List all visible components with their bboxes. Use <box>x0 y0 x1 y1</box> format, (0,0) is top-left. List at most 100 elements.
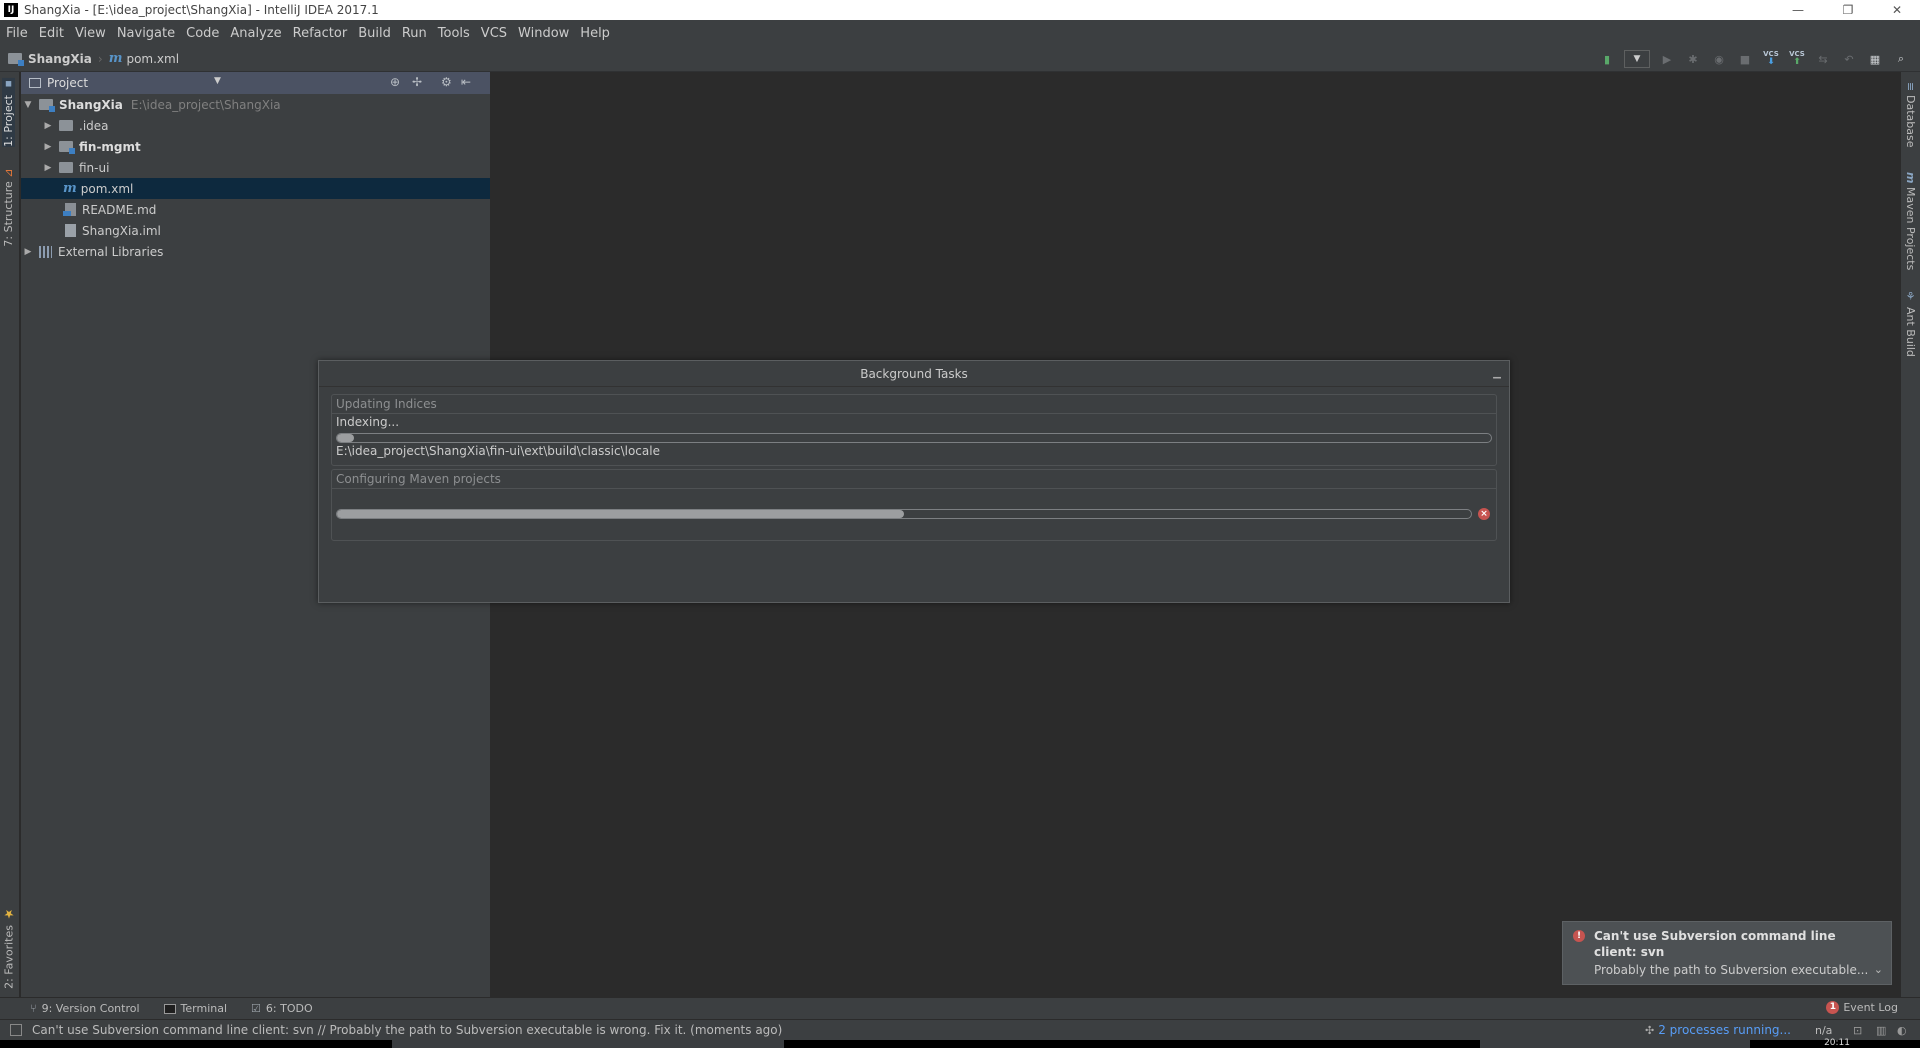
breadcrumb-file[interactable]: m pom.xml <box>109 51 179 66</box>
tree-item-label: pom.xml <box>80 181 134 196</box>
chevron-down-icon[interactable]: ▼ <box>214 76 221 86</box>
menu-vcs[interactable]: VCS <box>481 26 507 41</box>
processes-spinner-icon: ✣ <box>1645 1023 1655 1037</box>
tree-item-shangxia[interactable]: ▼ ShangXia E:\idea_project\ShangXia <box>21 94 490 115</box>
menu-code[interactable]: Code <box>186 26 219 41</box>
vcs-commit-icon[interactable]: VCS ⬆ <box>1788 50 1806 68</box>
project-structure-icon[interactable]: ▦ <box>1866 50 1884 68</box>
breadcrumb-separator: › <box>97 51 103 66</box>
collapsed-arrow-icon[interactable]: ▶ <box>21 247 35 257</box>
markdown-file-icon <box>63 203 76 216</box>
vcs-revert-icon[interactable]: ↶ <box>1840 50 1858 68</box>
run-configuration-dropdown[interactable]: ▼ <box>1624 50 1650 68</box>
menu-build[interactable]: Build <box>358 26 391 41</box>
tab-structure-label: 7: Structure <box>2 181 15 247</box>
stop-icon[interactable]: ■ <box>1736 50 1754 68</box>
tree-item-fin-ui[interactable]: ▶ fin-ui <box>21 157 490 178</box>
vcs-compare-icon[interactable]: ⇆ <box>1814 50 1832 68</box>
tree-item-external-libraries[interactable]: ▶ External Libraries <box>21 241 490 262</box>
vcs-update-icon[interactable]: VCS ⬇ <box>1762 50 1780 68</box>
menu-help[interactable]: Help <box>580 26 610 41</box>
tree-item-label: .idea <box>79 118 109 133</box>
memory-indicator-icon[interactable]: ▥ <box>1876 1024 1886 1037</box>
tree-item-readme[interactable]: README.md <box>21 199 490 220</box>
version-control-icon: ⑂ <box>30 1002 37 1015</box>
tool-tab-terminal[interactable]: Terminal <box>163 1002 227 1015</box>
module-folder-icon <box>39 99 55 112</box>
tab-structure[interactable]: 7: Structure ⊿ <box>2 168 15 247</box>
restore-window-button[interactable]: ❐ <box>1825 0 1871 20</box>
menu-tools[interactable]: Tools <box>438 26 470 41</box>
menu-refactor[interactable]: Refactor <box>293 26 348 41</box>
dialog-title-bar[interactable]: Background Tasks ▁ <box>319 361 1509 387</box>
close-window-button[interactable]: ✕ <box>1874 0 1920 20</box>
run-icon[interactable]: ▶ <box>1658 50 1676 68</box>
build-project-icon[interactable]: ▮ <box>1598 50 1616 68</box>
status-message[interactable]: Can't use Subversion command line client… <box>32 1023 782 1037</box>
project-view-selector[interactable]: Project <box>47 76 88 90</box>
collapsed-arrow-icon[interactable]: ▶ <box>41 142 55 152</box>
task-group-title: Configuring Maven projects <box>332 470 1496 489</box>
window-title: ShangXia - [E:\idea_project\ShangXia] - … <box>24 3 379 17</box>
lock-icon[interactable]: ⊡ <box>1853 1024 1862 1037</box>
module-folder-icon <box>59 141 75 154</box>
tree-item-fin-mgmt[interactable]: ▶ fin-mgmt <box>21 136 490 157</box>
hide-panel-icon[interactable]: ⇤ <box>461 75 471 89</box>
collapsed-arrow-icon[interactable]: ▶ <box>41 163 55 173</box>
collapsed-arrow-icon[interactable]: ▶ <box>41 121 55 131</box>
favorites-star-icon: ★ <box>2 907 16 921</box>
processes-indicator[interactable]: ✣ 2 processes running... <box>1645 1023 1791 1037</box>
minimize-window-button[interactable]: — <box>1775 0 1821 20</box>
menu-file[interactable]: File <box>6 26 28 41</box>
background-tasks-dialog: Background Tasks ▁ Updating Indices Inde… <box>318 360 1510 603</box>
menu-navigate[interactable]: Navigate <box>117 26 175 41</box>
tab-favorites[interactable]: 2: Favorites ★ <box>2 907 16 989</box>
dialog-title: Background Tasks <box>860 366 968 381</box>
menu-edit[interactable]: Edit <box>39 26 64 41</box>
tab-database[interactable]: ≡ Database <box>1904 82 1917 148</box>
notification-body[interactable]: Probably the path to Subversion executab… <box>1594 962 1881 978</box>
inspector-icon[interactable]: ◐ <box>1897 1024 1907 1037</box>
ant-icon: ⚘ <box>1904 290 1917 303</box>
gear-icon[interactable]: ⚙ <box>441 75 452 89</box>
tree-item-shangxia-iml[interactable]: ShangXia.iml <box>21 220 490 241</box>
tool-tab-event-log[interactable]: 1 Event Log <box>1826 1001 1898 1014</box>
tool-tab-todo[interactable]: ☑ 6: TODO <box>251 1002 313 1015</box>
maven-icon: m <box>1904 172 1917 184</box>
tree-item-pom-xml[interactable]: m pom.xml <box>21 178 490 199</box>
tab-favorites-label: 2: Favorites <box>2 925 16 989</box>
tab-project-label: 1: Project <box>2 95 15 147</box>
chevron-down-icon[interactable]: ⌄ <box>1874 963 1883 976</box>
notification-title: Can't use Subversion command line client… <box>1594 929 1836 959</box>
minimize-icon[interactable]: ▁ <box>1491 369 1503 379</box>
indexing-progress-fill <box>337 434 355 442</box>
cancel-task-icon[interactable]: × <box>1478 508 1490 520</box>
tab-ant-build[interactable]: ⚘ Ant Build <box>1904 290 1917 357</box>
menu-run[interactable]: Run <box>402 26 427 41</box>
menu-view[interactable]: View <box>75 26 106 41</box>
maven-progress-bar <box>336 509 1472 519</box>
os-taskbar: 20:11 <box>0 1038 1920 1048</box>
tab-maven-projects[interactable]: m Maven Projects <box>1904 172 1917 271</box>
event-log-badge-icon: 1 <box>1826 1001 1840 1014</box>
menu-analyze[interactable]: Analyze <box>230 26 281 41</box>
expanded-arrow-icon[interactable]: ▼ <box>21 100 35 110</box>
coverage-icon[interactable]: ◉ <box>1710 50 1728 68</box>
tab-maven-label: Maven Projects <box>1904 187 1917 271</box>
status-bar: Can't use Subversion command line client… <box>0 1019 1920 1040</box>
tool-tab-version-control[interactable]: ⑂ 9: Version Control <box>30 1002 140 1015</box>
processes-label: 2 processes running... <box>1658 1023 1791 1037</box>
tree-item-label: fin-mgmt <box>79 139 141 154</box>
svn-error-notification[interactable]: ! Can't use Subversion command line clie… <box>1562 921 1892 985</box>
folder-icon <box>59 162 73 173</box>
search-everywhere-icon[interactable]: ⌕ <box>1892 50 1910 68</box>
debug-icon[interactable]: ✱ <box>1684 50 1702 68</box>
collapse-all-icon[interactable]: ✢ <box>412 75 422 89</box>
menu-window[interactable]: Window <box>518 26 569 41</box>
tree-item-idea[interactable]: ▶ .idea <box>21 115 490 136</box>
database-icon: ≡ <box>1904 82 1917 92</box>
tab-project[interactable]: 1: Project ▪ <box>2 78 15 147</box>
breadcrumb-project[interactable]: ShangXia <box>8 52 92 66</box>
scroll-from-source-icon[interactable]: ⊕ <box>390 75 400 89</box>
toggle-tool-windows-icon[interactable] <box>10 1024 22 1036</box>
